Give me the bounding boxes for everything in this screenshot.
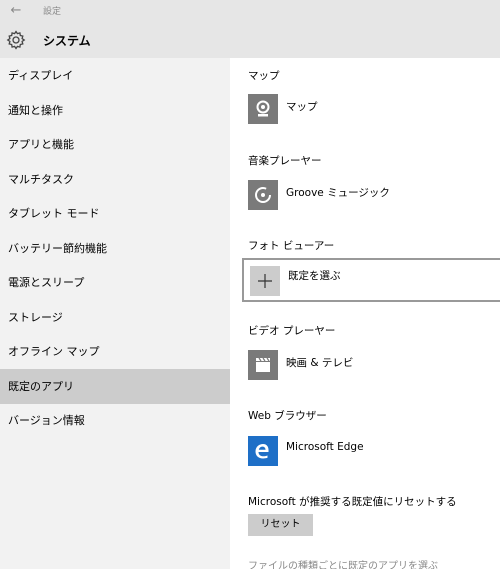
sidebar-item-apps-features[interactable]: アプリと機能 — [0, 127, 230, 162]
page-header: システム — [0, 22, 500, 58]
section-title-video-player: ビデオ プレーヤー — [248, 325, 336, 337]
choose-by-file-type-link[interactable]: ファイルの種類ごとに既定のアプリを選ぶ — [248, 557, 438, 569]
sidebar-item-battery-saver[interactable]: バッテリー節約機能 — [0, 231, 230, 266]
title-bar: ← 設定 — [0, 0, 500, 22]
movies-tv-icon — [248, 350, 278, 380]
video-player-app-name: 映画 & テレビ — [286, 357, 354, 369]
default-apps-panel: マップ マップ 音楽プレーヤー Groove ミュージック フォト ビューアー … — [230, 58, 500, 569]
gear-icon — [6, 30, 26, 50]
plus-icon — [250, 266, 280, 296]
sidebar-item-notifications[interactable]: 通知と操作 — [0, 93, 230, 128]
sidebar-item-multitasking[interactable]: マルチタスク — [0, 162, 230, 197]
maps-icon — [248, 94, 278, 124]
sidebar-item-tablet-mode[interactable]: タブレット モード — [0, 196, 230, 231]
reset-heading: Microsoft が推奨する既定値にリセットする — [248, 496, 457, 508]
back-arrow-icon[interactable]: ← — [4, 1, 28, 21]
maps-app-name: マップ — [286, 101, 318, 113]
photo-viewer-app-name: 既定を選ぶ — [288, 270, 341, 282]
section-title-photo-viewer: フォト ビューアー — [248, 240, 335, 252]
web-browser-app-name: Microsoft Edge — [286, 441, 364, 453]
sidebar-item-default-apps[interactable]: 既定のアプリ — [0, 369, 230, 404]
sidebar-item-offline-maps[interactable]: オフライン マップ — [0, 334, 230, 369]
sidebar: ディスプレイ 通知と操作 アプリと機能 マルチタスク タブレット モード バッテ… — [0, 58, 230, 569]
section-title-maps: マップ — [248, 70, 280, 82]
sidebar-item-display[interactable]: ディスプレイ — [0, 58, 230, 93]
groove-music-icon — [248, 180, 278, 210]
sidebar-item-about[interactable]: バージョン情報 — [0, 403, 230, 438]
section-title-music-player: 音楽プレーヤー — [248, 155, 322, 167]
sidebar-item-power-sleep[interactable]: 電源とスリープ — [0, 265, 230, 300]
window-title: 設定 — [43, 7, 62, 17]
page-title: システム — [43, 34, 91, 48]
edge-icon — [248, 436, 278, 466]
reset-button[interactable]: リセット — [248, 514, 313, 536]
sidebar-item-storage[interactable]: ストレージ — [0, 300, 230, 335]
section-title-web-browser: Web ブラウザー — [248, 410, 327, 422]
music-player-app-name: Groove ミュージック — [286, 187, 390, 199]
photo-viewer-app-selector[interactable]: 既定を選ぶ — [242, 258, 500, 302]
